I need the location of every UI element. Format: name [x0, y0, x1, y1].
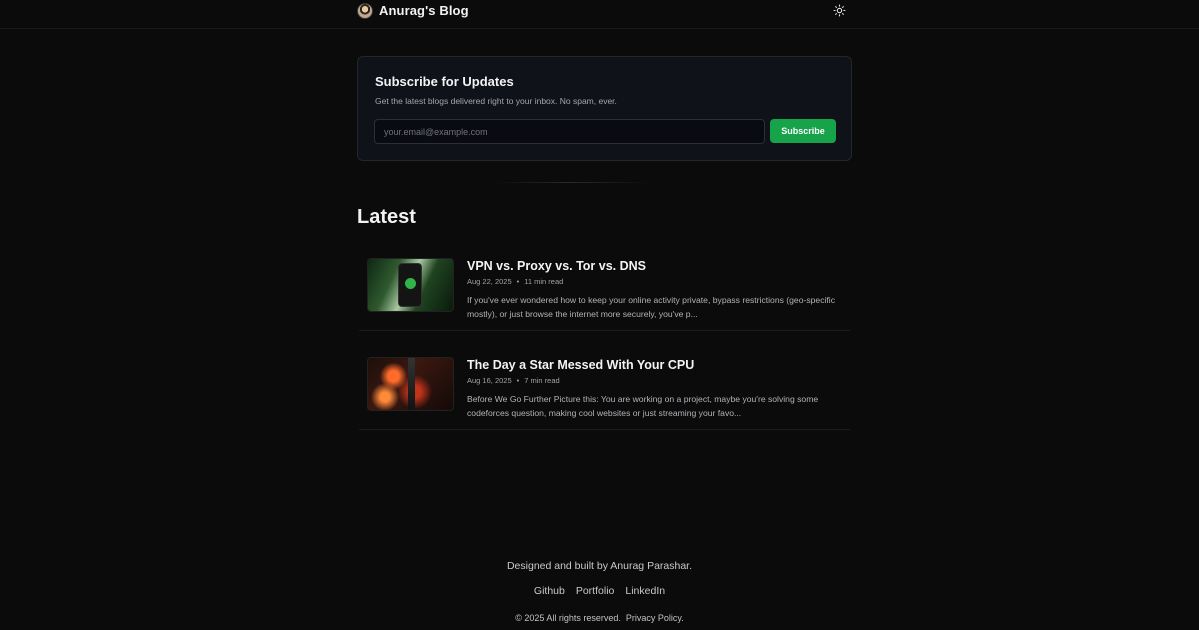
post-excerpt: Before We Go Further Picture this: You a…	[467, 394, 819, 418]
subscribe-card: Subscribe for Updates Get the latest blo…	[357, 56, 852, 161]
footer-link-linkedin[interactable]: LinkedIn	[625, 585, 665, 597]
post-read-time: 7 min read	[524, 376, 560, 385]
post-title[interactable]: VPN vs. Proxy vs. Tor vs. DNS	[467, 259, 646, 273]
subscribe-button[interactable]: Subscribe	[770, 119, 836, 143]
theme-toggle-button[interactable]	[831, 2, 847, 18]
post-card[interactable]: The Day a Star Messed With Your CPU Aug …	[359, 355, 850, 430]
post-title[interactable]: The Day a Star Messed With Your CPU	[467, 358, 694, 372]
footer-bottom: © 2025 All rights reserved. Privacy Poli…	[0, 613, 1199, 623]
section-title-latest: Latest	[357, 206, 416, 228]
meta-separator: •	[516, 376, 520, 385]
footer-link-github[interactable]: Github	[534, 585, 565, 597]
post-card[interactable]: VPN vs. Proxy vs. Tor vs. DNS Aug 22, 20…	[359, 256, 850, 331]
post-thumbnail	[367, 258, 454, 312]
post-meta: Aug 22, 2025 • 11 min read	[467, 277, 563, 286]
brand-link[interactable]: Anurag's Blog	[357, 2, 469, 19]
post-thumbnail	[367, 357, 454, 411]
footer-link-portfolio[interactable]: Portfolio	[576, 585, 615, 597]
copyright-text: © 2025 All rights reserved.	[515, 613, 621, 623]
divider	[492, 182, 650, 183]
brand-name: Anurag's Blog	[379, 3, 469, 18]
subscribe-description: Get the latest blogs delivered right to …	[375, 96, 617, 106]
post-read-time: 11 min read	[524, 277, 564, 286]
avatar	[357, 2, 373, 19]
post-meta: Aug 16, 2025 • 7 min read	[467, 376, 560, 385]
post-excerpt: If you've ever wondered how to keep your…	[467, 295, 836, 319]
footer-credit: Designed and built by Anurag Parashar.	[506, 560, 693, 572]
thumbnail-detail	[408, 358, 415, 410]
phone-image	[398, 263, 422, 307]
meta-separator: •	[516, 277, 520, 286]
post-date: Aug 16, 2025	[467, 376, 512, 385]
footer-links: Github Portfolio LinkedIn	[0, 585, 1199, 597]
subscribe-title: Subscribe for Updates	[375, 74, 514, 89]
top-nav: Anurag's Blog	[0, 0, 1199, 29]
sun-icon	[833, 4, 845, 16]
post-date: Aug 22, 2025	[467, 277, 512, 286]
privacy-policy-link[interactable]: Privacy Policy.	[626, 613, 684, 623]
email-field[interactable]	[374, 119, 765, 144]
